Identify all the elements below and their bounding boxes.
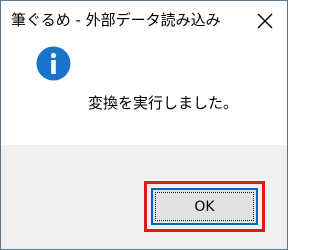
info-icon [36,46,71,81]
window-title: 筆ぐるめ - 外部データ読み込み [11,11,221,29]
dialog-message: 変換を実行しました。 [88,94,239,112]
ok-button-label: OK [194,198,215,215]
ok-button[interactable]: OK [151,188,258,225]
close-icon [257,13,273,29]
close-button[interactable] [243,1,287,41]
title-bar[interactable]: 筆ぐるめ - 外部データ読み込み [1,1,287,41]
